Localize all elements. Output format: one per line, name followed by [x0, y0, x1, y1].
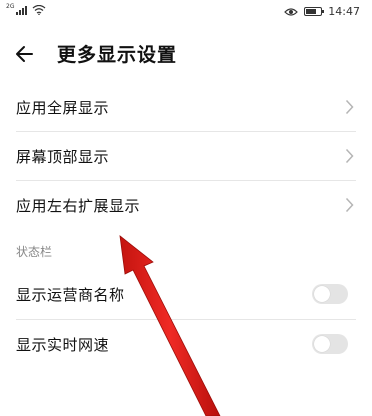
chevron-right-icon — [345, 99, 354, 115]
section-title-status-bar: 状态栏 — [16, 245, 53, 259]
toggle-knob — [314, 336, 330, 352]
menu-item-label: 屏幕顶部显示 — [16, 148, 110, 166]
wifi-icon — [33, 5, 46, 15]
battery-icon — [304, 7, 325, 16]
menu-item-fullscreen-apps[interactable]: 应用全屏显示 — [0, 83, 372, 131]
cellular-signal-icon — [16, 5, 28, 15]
carrier-name-toggle[interactable] — [312, 284, 348, 304]
toggle-label: 显示运营商名称 — [16, 286, 125, 304]
toggle-label: 显示实时网速 — [16, 336, 110, 354]
status-left: 2G — [6, 2, 46, 15]
menu-item-label: 应用左右扩展显示 — [16, 197, 141, 215]
status-time: 14:47 — [328, 5, 360, 18]
toggle-knob — [314, 286, 330, 302]
page-title: 更多显示设置 — [57, 44, 178, 66]
eye-comfort-icon — [284, 7, 299, 16]
signal-label: 2G — [6, 2, 15, 10]
menu-item-side-extend-display[interactable]: 应用左右扩展显示 — [0, 181, 372, 229]
status-bar: 2G 14:47 — [0, 0, 372, 26]
chevron-right-icon — [345, 148, 354, 164]
toggle-row-carrier-name: 显示运营商名称 — [0, 270, 372, 318]
menu-item-screen-top-display[interactable]: 屏幕顶部显示 — [0, 132, 372, 180]
menu-item-label: 应用全屏显示 — [16, 99, 110, 117]
header: 更多显示设置 — [0, 26, 372, 82]
realtime-speed-toggle[interactable] — [312, 334, 348, 354]
status-right: 14:47 — [284, 5, 360, 18]
chevron-right-icon — [345, 197, 354, 213]
back-arrow-icon[interactable] — [10, 38, 42, 70]
toggle-row-realtime-speed: 显示实时网速 — [0, 320, 372, 368]
